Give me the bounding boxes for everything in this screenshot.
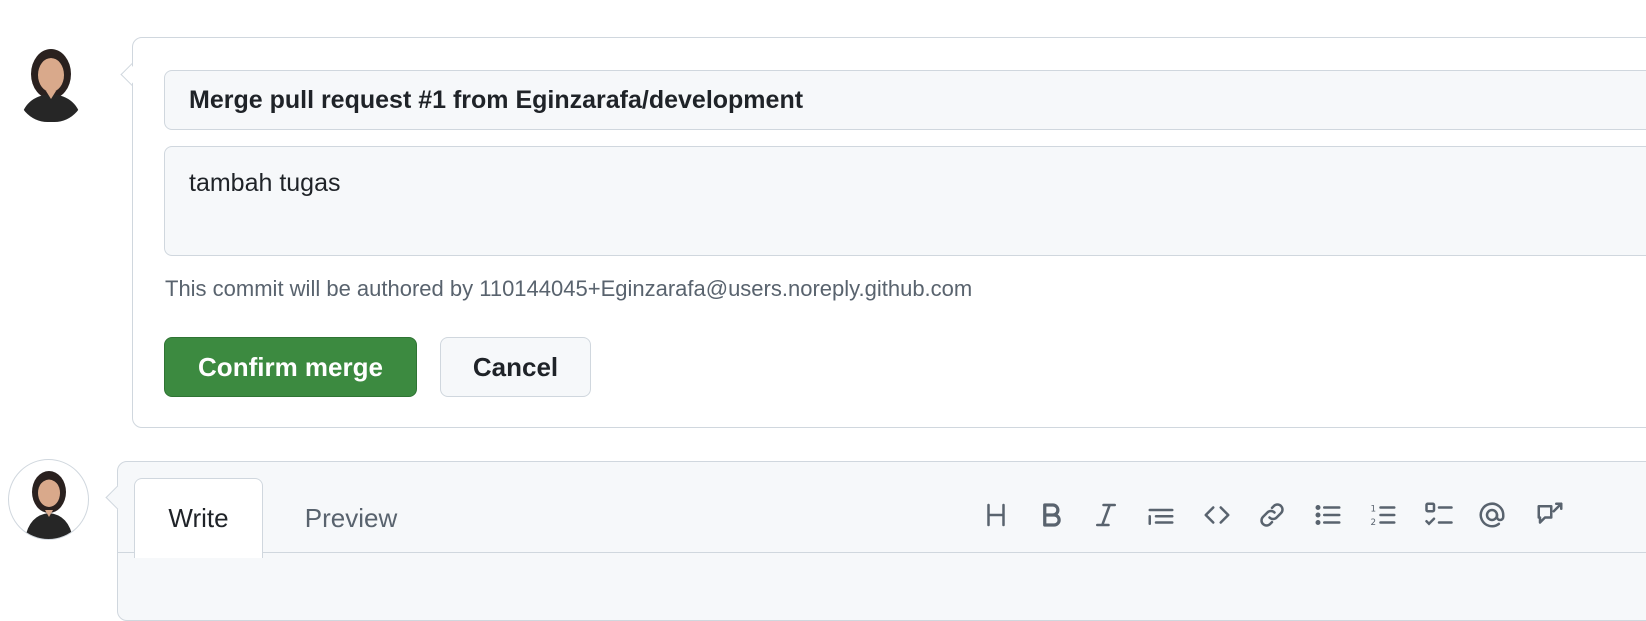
commit-message-textarea[interactable]: tambah tugas [164,146,1646,256]
tab-write[interactable]: Write [134,478,263,558]
clipped-previous-text [330,0,1230,4]
quote-icon[interactable] [1143,497,1179,533]
bold-icon[interactable] [1033,497,1069,533]
ordered-list-icon[interactable]: 12 [1365,497,1401,533]
current-user-avatar[interactable] [8,459,89,540]
cancel-button[interactable]: Cancel [440,337,591,397]
unordered-list-icon[interactable] [1310,497,1346,533]
mention-icon[interactable] [1474,497,1510,533]
task-list-icon[interactable] [1421,497,1457,533]
user-avatar[interactable] [16,44,86,122]
current-user-avatar-image [25,471,73,539]
commit-author-note: This commit will be authored by 11014404… [165,276,973,301]
heading-icon[interactable] [978,497,1014,533]
reference-icon[interactable] [1532,497,1568,533]
svg-text:1: 1 [1371,504,1377,514]
active-tab-gap [135,551,261,555]
link-icon[interactable] [1254,497,1290,533]
code-icon[interactable] [1199,497,1235,533]
commit-title-input[interactable] [164,70,1646,130]
user-avatar-image [20,49,82,122]
svg-text:2: 2 [1371,518,1377,528]
confirm-merge-button[interactable]: Confirm merge [164,337,417,397]
tab-preview[interactable]: Preview [290,478,412,558]
italic-icon[interactable] [1088,497,1124,533]
